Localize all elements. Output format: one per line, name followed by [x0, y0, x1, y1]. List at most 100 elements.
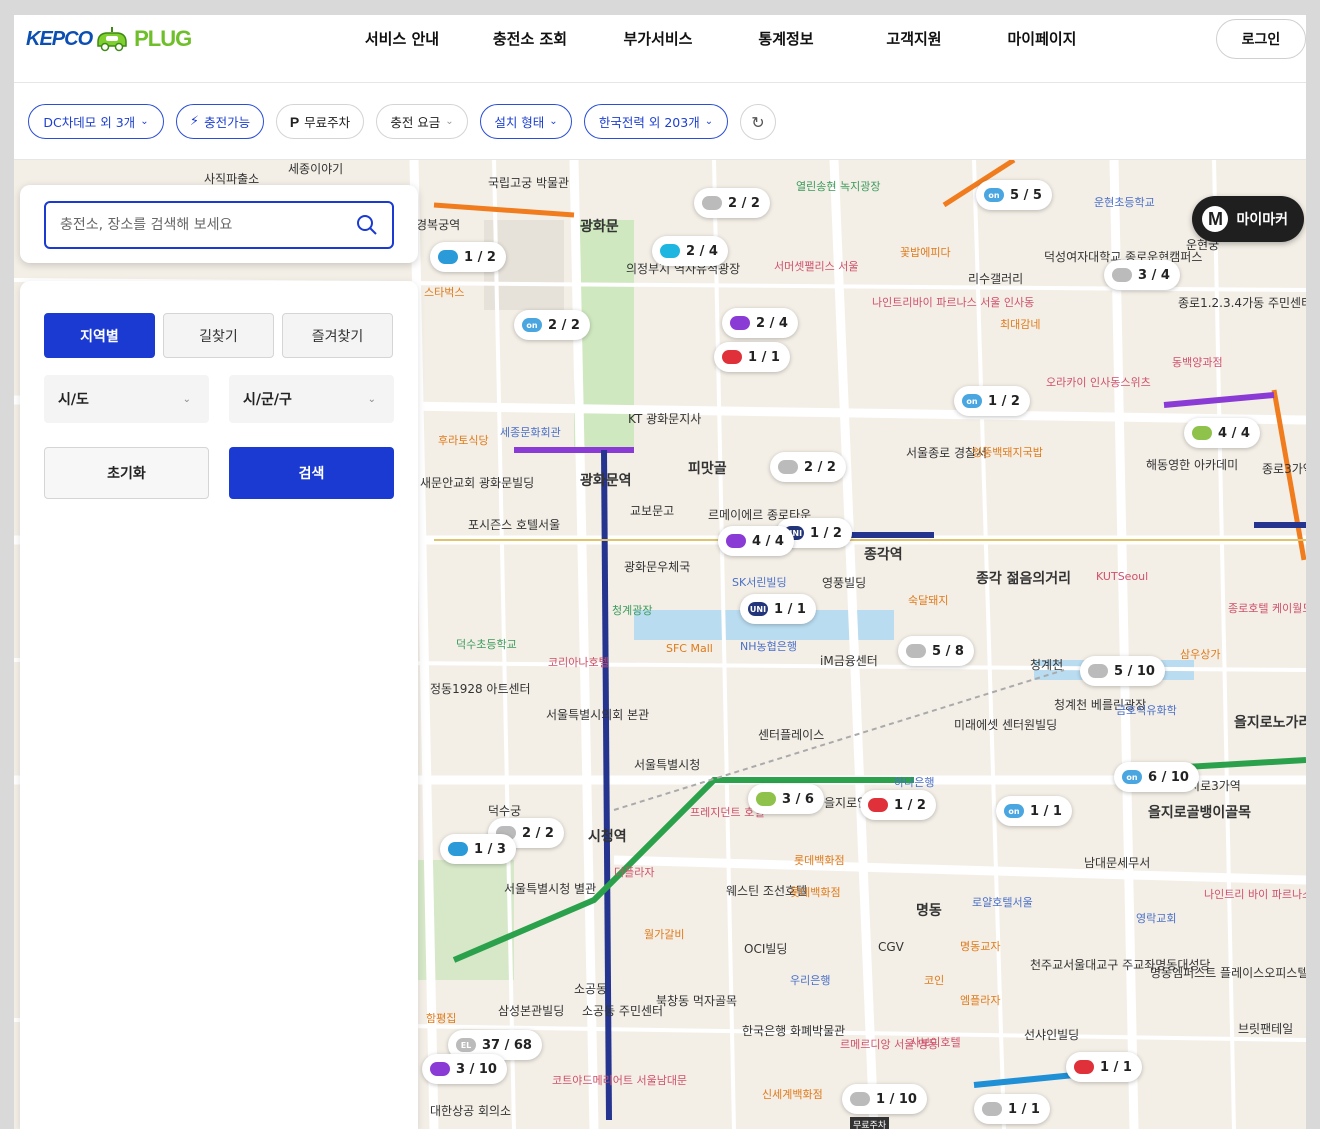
charger-marker[interactable]: 2 / 2: [770, 452, 846, 482]
charger-marker[interactable]: 4 / 4: [1184, 418, 1260, 448]
marker-count: 5 / 5: [1010, 187, 1042, 203]
tab-region[interactable]: 지역별: [44, 313, 155, 358]
charger-marker[interactable]: 5 / 10: [1080, 656, 1165, 686]
operator-logo-icon: [850, 1092, 870, 1106]
place-label: 오라카이 인사동스위츠: [1046, 376, 1151, 389]
login-button[interactable]: 로그인: [1216, 19, 1306, 59]
charger-marker[interactable]: 2 / 4: [652, 236, 728, 266]
filter-install-type[interactable]: 설치 형태 ⌄: [480, 104, 572, 139]
place-label: NH농협은행: [740, 640, 797, 653]
operator-logo-icon: [726, 534, 746, 548]
kepco-plug-logo[interactable]: KEPCO PLUG: [26, 25, 192, 53]
tab-favorites[interactable]: 즐겨찾기: [282, 313, 393, 358]
marker-count: 3 / 6: [782, 791, 814, 807]
place-label: 미래에셋 센터원빌딩: [954, 718, 1058, 732]
place-label: 명동교자: [960, 940, 1001, 953]
charger-marker[interactable]: 1 / 1: [1066, 1052, 1142, 1082]
filter-free-parking[interactable]: P 무료주차: [276, 104, 364, 139]
place-label: 로얄호텔서울: [972, 896, 1033, 909]
place-label: 소공동 주민센터: [582, 1004, 664, 1018]
nav-service-info[interactable]: 서비스 안내: [338, 29, 466, 49]
charger-marker[interactable]: on 1 / 2: [954, 386, 1030, 416]
marker-count: 2 / 2: [728, 195, 760, 211]
place-label: 명동엠퍼스트 플레이스오피스텔: [1150, 966, 1306, 980]
place-label: OCI빌딩: [744, 942, 788, 956]
search-button[interactable]: 검색: [229, 447, 394, 499]
sido-select[interactable]: 시/도 ⌄: [44, 375, 209, 423]
charger-marker[interactable]: 1 / 2: [860, 790, 936, 820]
chevron-down-icon: ⌄: [140, 116, 149, 127]
charger-marker[interactable]: 3 / 4: [1104, 260, 1180, 290]
my-marker-button[interactable]: M 마이마커: [1192, 196, 1304, 242]
charger-marker[interactable]: 2 / 4: [722, 308, 798, 338]
search-input[interactable]: [60, 217, 356, 233]
place-label: 종각 젊음의거리: [976, 571, 1072, 587]
place-label: 을지로골뱅이골목: [1148, 805, 1252, 821]
sigungu-select[interactable]: 시/군/구 ⌄: [229, 375, 394, 423]
filter-bar: DC차데모 외 3개 ⌄ ⚡︎ 충전가능 P 무료주차 충전 요금 ⌄ 설치 형…: [14, 83, 1306, 160]
nav-statistics[interactable]: 통계정보: [722, 29, 850, 49]
charger-marker[interactable]: 3 / 10: [422, 1054, 507, 1084]
charger-marker[interactable]: on 2 / 2: [514, 310, 590, 340]
place-label: 삼우상가: [1180, 648, 1221, 661]
nav-station-search[interactable]: 충전소 조회: [466, 29, 594, 49]
charger-marker[interactable]: on 1 / 1: [996, 796, 1072, 826]
charger-marker[interactable]: 2 / 2: [694, 188, 770, 218]
charger-marker[interactable]: 4 / 4: [718, 526, 794, 556]
marker-count: 1 / 1: [748, 349, 780, 365]
filter-available[interactable]: ⚡︎ 충전가능: [176, 104, 264, 139]
charger-marker[interactable]: on 6 / 10: [1114, 762, 1199, 792]
header: KEPCO PLUG 서비스 안내 충전소 조회 부가서비스 통계정보 고객지원…: [14, 15, 1306, 83]
place-label: 대한상공 회의소: [430, 1104, 512, 1118]
charger-marker[interactable]: on 5 / 5: [976, 180, 1052, 210]
charger-marker[interactable]: 5 / 8: [898, 636, 974, 666]
tab-directions[interactable]: 길찾기: [163, 313, 274, 358]
nav-customer-support[interactable]: 고객지원: [850, 29, 978, 49]
marker-count: 2 / 2: [804, 459, 836, 475]
charger-marker[interactable]: UNI 1 / 1: [740, 594, 816, 624]
place-label: 영풍빌딩: [822, 576, 867, 590]
charger-marker[interactable]: 1 / 3: [440, 834, 516, 864]
refresh-icon[interactable]: ↻: [740, 104, 776, 140]
search-icon[interactable]: [356, 214, 378, 236]
operator-logo-icon: [906, 644, 926, 658]
place-label: 금호석유화학: [1116, 704, 1177, 717]
charger-marker[interactable]: 1 / 10: [842, 1084, 927, 1114]
place-label: 삼성본관빌딩: [498, 1004, 565, 1018]
operator-logo-icon: [722, 350, 742, 364]
place-label: 피맛골: [688, 461, 727, 477]
operator-logo-icon: [982, 1102, 1002, 1116]
filter-charge-fee[interactable]: 충전 요금 ⌄: [376, 104, 468, 139]
charger-marker[interactable]: 1 / 1: [714, 342, 790, 372]
place-label: 서울특별시의회 본관: [546, 708, 650, 722]
sigungu-select-value: 시/군/구: [243, 392, 292, 408]
place-label: iM금융센터: [820, 654, 878, 668]
operator-logo-icon: on: [984, 188, 1004, 202]
place-label: SFC Mall: [666, 642, 713, 655]
filter-operator[interactable]: 한국전력 외 203개 ⌄: [584, 104, 728, 139]
marker-count: 2 / 2: [548, 317, 580, 333]
place-label: 세종문화회관: [500, 426, 561, 439]
filter-connector-type[interactable]: DC차데모 외 3개 ⌄: [28, 104, 164, 139]
charger-marker[interactable]: 1 / 2: [430, 242, 506, 272]
place-label: 명동: [916, 903, 942, 919]
charger-marker[interactable]: 1 / 1: [974, 1094, 1050, 1124]
place-label: 을지로노가리골목: [1234, 715, 1306, 731]
chevron-down-icon: ⌄: [445, 116, 454, 127]
charger-marker[interactable]: 3 / 6: [748, 784, 824, 814]
marker-count: 1 / 1: [774, 601, 806, 617]
chevron-down-icon: ⌄: [182, 393, 191, 405]
place-label: 해동영한 아카데미: [1146, 458, 1239, 472]
parking-icon: P: [289, 113, 300, 130]
panel-tabs: 지역별 길찾기 즐겨찾기: [44, 313, 393, 358]
reset-button[interactable]: 초기화: [44, 447, 209, 499]
logo-plug-text: PLUG: [134, 26, 192, 51]
operator-logo-icon: [778, 460, 798, 474]
my-marker-label: 마이마커: [1236, 212, 1288, 228]
place-label: 무료주차: [850, 1117, 890, 1129]
nav-extra-services[interactable]: 부가서비스: [594, 29, 722, 49]
nav-mypage[interactable]: 마이페이지: [978, 29, 1106, 49]
place-label: 우리은행: [790, 974, 831, 987]
place-label: KUTSeoul: [1096, 570, 1149, 583]
marker-count: 4 / 4: [752, 533, 784, 549]
